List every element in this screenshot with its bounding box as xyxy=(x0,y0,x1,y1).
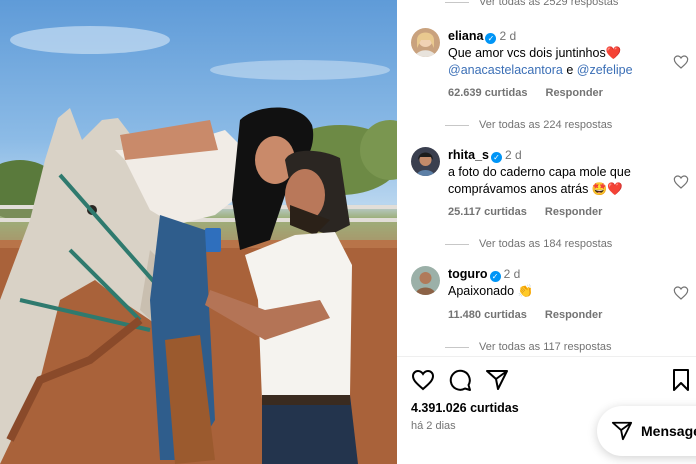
like-comment-heart-icon[interactable] xyxy=(673,285,689,301)
send-message-icon xyxy=(611,421,633,441)
comment-time[interactable]: 2 d xyxy=(504,267,521,281)
verified-badge-icon: ✓ xyxy=(491,152,502,163)
comment-body: rhita_s ✓ 2 d a foto do caderno capa mole … xyxy=(448,147,663,198)
view-replies-label: Ver todas as 117 respostas xyxy=(479,341,612,353)
mention-join: e xyxy=(562,63,577,77)
comment-bubble-icon[interactable] xyxy=(448,368,472,392)
post-photo[interactable] xyxy=(0,0,397,464)
view-replies[interactable]: Ver todas as 117 respostas xyxy=(445,341,612,353)
like-heart-icon[interactable] xyxy=(411,368,435,392)
messages-label: Mensage xyxy=(641,423,696,439)
post-actions xyxy=(411,368,691,394)
heart-emoji: ❤️ xyxy=(605,46,622,60)
verified-badge-icon: ✓ xyxy=(489,271,501,282)
comment-likes[interactable]: 25.117 curtidas xyxy=(448,206,527,218)
mention-link[interactable]: @anacastelacantora xyxy=(448,63,563,77)
post-likes[interactable]: 4.391.026 curtidas xyxy=(411,401,519,415)
view-replies-label: Ver todas as 2529 respostas xyxy=(479,0,619,8)
comment-meta: 62.639 curtidas Responder xyxy=(448,87,603,99)
view-replies-top[interactable]: Ver todas as 2529 respostas xyxy=(445,0,618,8)
reply-button[interactable]: Responder xyxy=(545,309,602,321)
like-comment-heart-icon[interactable] xyxy=(673,174,689,190)
verified-badge-icon: ✓ xyxy=(485,33,497,44)
avatar[interactable] xyxy=(411,266,440,295)
view-replies[interactable]: Ver todas as 184 respostas xyxy=(445,238,612,250)
post-date[interactable]: há 2 dias xyxy=(411,420,456,432)
bookmark-icon[interactable] xyxy=(669,368,693,392)
share-send-icon[interactable] xyxy=(485,368,509,392)
comment-likes[interactable]: 11.480 curtidas xyxy=(448,309,527,321)
comment-time[interactable]: 2 d xyxy=(499,29,516,43)
reply-button[interactable]: Responder xyxy=(545,206,602,218)
comment-username[interactable]: toguro xyxy=(448,267,488,281)
view-replies-label: Ver todas as 224 respostas xyxy=(479,119,613,131)
like-comment-heart-icon[interactable] xyxy=(673,54,689,70)
comment-username[interactable]: eliana xyxy=(448,29,483,43)
photo-illustration xyxy=(0,26,397,464)
avatar[interactable] xyxy=(411,28,440,57)
reply-button[interactable]: Responder xyxy=(546,87,603,99)
comments-panel: Ver todas as 2529 respostas eliana ✓ 2 d Q… xyxy=(397,0,696,464)
messages-button[interactable]: Mensage xyxy=(597,406,696,456)
comment-text: Apaixonado xyxy=(448,284,515,298)
comment-likes[interactable]: 62.639 curtidas xyxy=(448,87,528,99)
comment-body: toguro ✓ 2 d Apaixonado 👏 xyxy=(448,266,663,300)
clap-emoji: 👏 xyxy=(517,284,534,298)
comment-text: Que amor vcs dois juntinhos xyxy=(448,46,606,60)
comment-meta: 11.480 curtidas Responder xyxy=(448,309,602,321)
comment-body: eliana ✓ 2 d Que amor vcs dois juntinhos❤️… xyxy=(448,28,663,79)
comment-emoji: 🤩❤️ xyxy=(591,182,623,196)
comment-username[interactable]: rhita_s xyxy=(448,148,489,162)
comment-meta: 25.117 curtidas Responder xyxy=(448,206,602,218)
replies-line xyxy=(445,243,469,245)
mention-link[interactable]: @zefelipe xyxy=(577,63,633,77)
divider xyxy=(397,356,696,357)
replies-line xyxy=(445,124,469,126)
replies-line xyxy=(445,346,469,348)
view-replies-label: Ver todas as 184 respostas xyxy=(479,238,613,250)
view-replies[interactable]: Ver todas as 224 respostas xyxy=(445,119,612,131)
replies-line xyxy=(445,1,469,3)
avatar[interactable] xyxy=(411,147,440,176)
comment-time[interactable]: 2 d xyxy=(505,148,522,162)
